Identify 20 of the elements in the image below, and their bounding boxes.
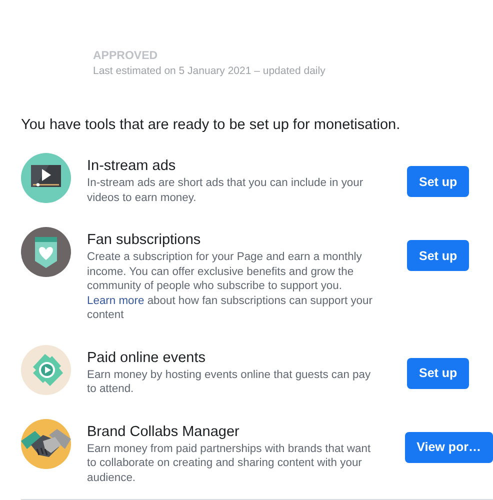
video-player-icon [21, 153, 71, 203]
handshake-icon [21, 418, 71, 468]
heart-badge-icon [21, 227, 71, 277]
tool-action-button[interactable]: View por… [404, 432, 493, 462]
tool-description: Earn money from paid partnerships with brands that want to collaborate on creating and sharing content with your audience. [87, 442, 372, 485]
tool-action-button[interactable]: Set up [407, 358, 470, 388]
tool-title: Brand Collabs Manager [87, 424, 240, 440]
tool-title: Fan subscriptions [87, 232, 202, 248]
tool-description: In-stream ads are short ads that you can include in your videos to earn money. [87, 176, 364, 205]
tool-description: Create a subscription for your Page and earn a monthly income. You can offer exclusive benefits and grow the community of people who subscribe to support you. Learn more about how fan subscriptions can support your content [87, 250, 374, 322]
learn-more-link[interactable]: Learn more [87, 294, 144, 306]
tool-title: In-stream ads [87, 158, 177, 174]
status-label: APPROVED [93, 50, 159, 62]
ticket-play-icon [21, 344, 71, 394]
tool-action-button[interactable]: Set up [407, 166, 470, 197]
section-heading: You have tools that are ready to be set up for monetisation. [21, 117, 402, 133]
tool-description: Earn money by hosting events online that guests can pay to attend. [87, 368, 372, 396]
status-note: Last estimated on 5 January 2021 – updated daily [93, 65, 326, 77]
tool-action-button[interactable]: Set up [407, 240, 470, 271]
tool-title: Paid online events [87, 350, 206, 366]
